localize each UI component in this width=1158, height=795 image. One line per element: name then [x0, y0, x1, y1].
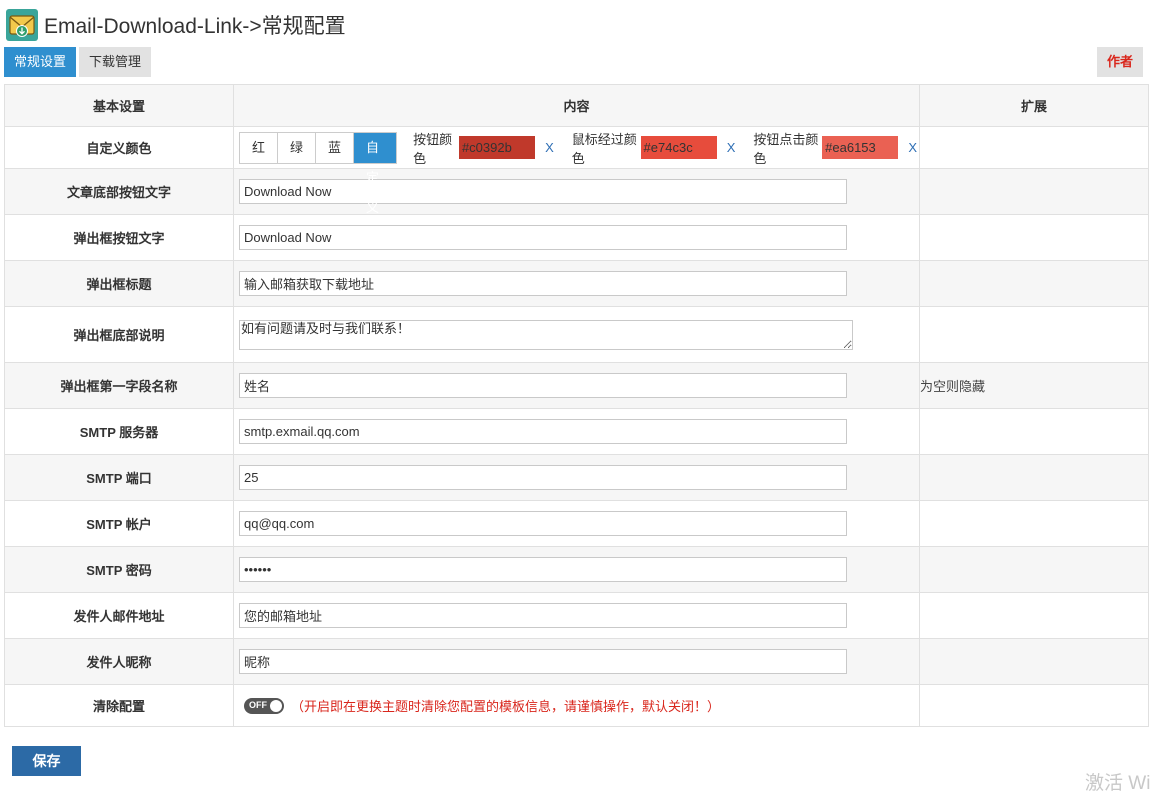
row-label: 发件人邮件地址	[4, 592, 234, 639]
row-extend	[919, 214, 1149, 261]
click-color-label: 按钮点击颜色	[753, 131, 819, 166]
settings-table: 基本设置 内容 扩展 自定义颜色 红 绿 蓝 自定义 按钮颜色 #c0392b …	[4, 84, 1149, 727]
row-label: 弹出框底部说明	[4, 306, 234, 363]
row-extend	[919, 546, 1149, 593]
popup-title-input[interactable]	[239, 271, 847, 296]
row-label: SMTP 服务器	[4, 408, 234, 455]
sender-nickname-input[interactable]	[239, 649, 847, 674]
row-extend	[919, 638, 1149, 685]
row-label: 弹出框按钮文字	[4, 214, 234, 261]
hover-color-input[interactable]: #e74c3c	[640, 136, 717, 159]
row-extend	[919, 454, 1149, 501]
save-button[interactable]: 保存	[12, 746, 81, 776]
row-extend	[919, 168, 1149, 215]
clear-config-toggle[interactable]: OFF	[244, 697, 284, 714]
row-label: SMTP 密码	[4, 546, 234, 593]
color-preset-red[interactable]: 红	[240, 132, 279, 163]
row-extend	[919, 592, 1149, 639]
row-label: 发件人昵称	[4, 638, 234, 685]
color-preset-blue[interactable]: 蓝	[316, 132, 355, 163]
header-basic-settings: 基本设置	[4, 84, 234, 127]
smtp-server-input[interactable]	[239, 419, 847, 444]
page-title: Email-Download-Link->常规配置	[44, 15, 346, 38]
row-extend	[919, 260, 1149, 307]
row-extend	[919, 500, 1149, 547]
hover-color-label: 鼠标经过颜色	[571, 131, 637, 166]
clear-config-controls: OFF （开启即在更换主题时清除您配置的模板信息，请谨慎操作，默认关闭！）	[234, 696, 919, 715]
header-extend: 扩展	[919, 84, 1149, 127]
clear-button-color[interactable]: X	[545, 140, 554, 155]
color-preset-group: 红 绿 蓝 自定义	[239, 131, 398, 215]
toggle-state-label: OFF	[249, 699, 267, 710]
row-extend	[919, 306, 1149, 363]
row-extend	[919, 408, 1149, 455]
row-label: SMTP 帐户	[4, 500, 234, 547]
button-color-input[interactable]: #c0392b	[458, 136, 536, 159]
custom-color-controls: 红 绿 蓝 自定义 按钮颜色 #c0392b X 鼠标经过颜色 #e74c3c …	[234, 127, 919, 215]
row-label: 清除配置	[4, 684, 234, 727]
row-label: 弹出框标题	[4, 260, 234, 307]
sender-email-input[interactable]	[239, 603, 847, 628]
row-label: 文章底部按钮文字	[4, 168, 234, 215]
row-label: 弹出框第一字段名称	[4, 362, 234, 409]
row-label: 自定义颜色	[4, 126, 234, 169]
popup-button-text-input[interactable]	[239, 225, 847, 250]
tab-general-settings[interactable]: 常规设置	[4, 47, 77, 77]
smtp-port-input[interactable]	[239, 465, 847, 490]
toggle-knob	[270, 699, 282, 712]
settings-tabs: 常规设置 下载管理	[4, 47, 154, 77]
author-button[interactable]: 作者	[1096, 47, 1143, 77]
row-label: SMTP 端口	[4, 454, 234, 501]
color-preset-custom[interactable]: 自定义	[354, 132, 397, 215]
click-color-input[interactable]: #ea6153	[822, 136, 899, 159]
plugin-logo-icon	[6, 9, 38, 41]
color-preset-green[interactable]: 绿	[278, 132, 317, 163]
first-field-name-input[interactable]	[239, 373, 847, 398]
row-extend-hint: 为空则隐藏	[919, 362, 1149, 409]
button-color-label: 按钮颜色	[413, 131, 453, 166]
smtp-account-input[interactable]	[239, 511, 847, 536]
tab-download-management[interactable]: 下载管理	[79, 47, 152, 77]
article-button-text-input[interactable]	[239, 179, 847, 204]
page-header: Email-Download-Link->常规配置	[6, 9, 346, 41]
smtp-password-input[interactable]	[239, 557, 847, 582]
clear-hover-color[interactable]: X	[727, 140, 736, 155]
clear-config-warning: （开启即在更换主题时清除您配置的模板信息，请谨慎操作，默认关闭！）	[291, 699, 721, 714]
popup-footer-note-textarea[interactable]: 如有问题请及时与我们联系！	[239, 319, 853, 350]
activate-windows-watermark: 激活 Wi	[1085, 773, 1151, 794]
clear-click-color[interactable]: X	[908, 140, 917, 155]
header-content: 内容	[233, 84, 920, 127]
